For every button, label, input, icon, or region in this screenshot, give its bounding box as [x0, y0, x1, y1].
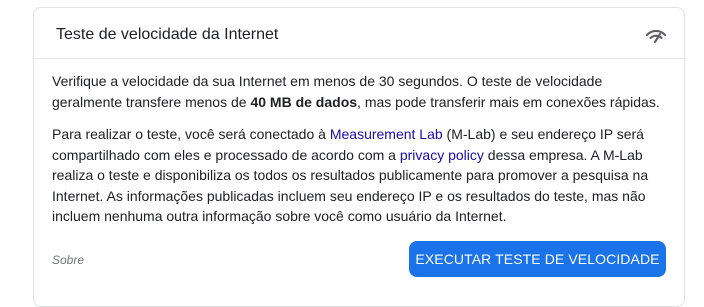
privacy-policy-link[interactable]: privacy policy	[400, 147, 484, 163]
run-speed-test-button[interactable]: EXECUTAR TESTE DE VELOCIDADE	[409, 241, 666, 277]
card-body: Verifique a velocidade da sua Internet e…	[52, 71, 670, 239]
card-header: Teste de velocidade da Internet	[34, 8, 684, 59]
intro-text-after: , mas pode transferir mais em conexões r…	[357, 93, 660, 110]
details-paragraph: Para realizar o teste, você será conecta…	[52, 124, 670, 227]
intro-bold-amount: 40 MB de dados	[250, 93, 358, 110]
intro-paragraph: Verifique a velocidade da sua Internet e…	[52, 71, 670, 112]
details-part1: Para realizar o teste, você será conecta…	[52, 126, 330, 142]
card-title: Teste de velocidade da Internet	[56, 26, 279, 43]
speed-test-card: Teste de velocidade da Internet Verifiqu…	[33, 7, 685, 307]
about-link[interactable]: Sobre	[52, 253, 84, 267]
speed-test-icon	[646, 29, 666, 43]
measurement-lab-link[interactable]: Measurement Lab	[330, 126, 443, 142]
